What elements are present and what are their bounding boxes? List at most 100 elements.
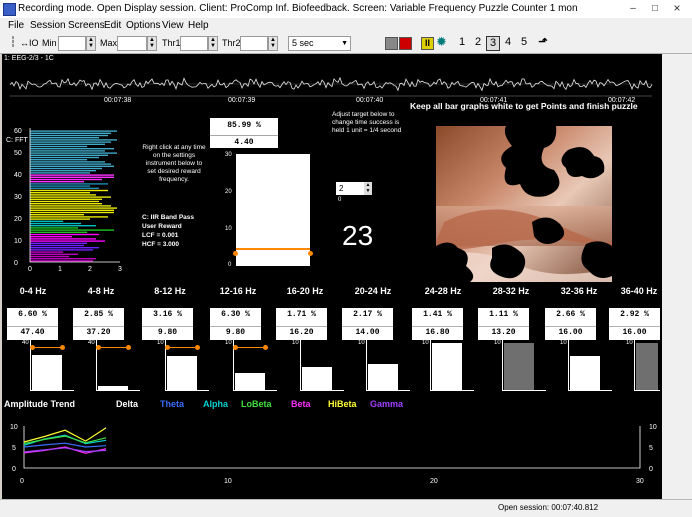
legend-lobeta: LoBeta [241, 399, 272, 409]
min-spinner[interactable]: ▲ ▼ [86, 36, 96, 51]
gauge-threshold-line[interactable] [32, 347, 62, 348]
thr2-input[interactable] [240, 36, 268, 51]
min-input[interactable] [58, 36, 86, 51]
minimize-button[interactable]: – [622, 1, 644, 16]
screen-2-button[interactable]: 2 [472, 35, 484, 50]
menu-help[interactable]: Help [188, 18, 209, 33]
target-input-value: 2 [339, 184, 344, 193]
maximize-button[interactable]: □ [644, 1, 666, 16]
reward-threshold-handle-left[interactable] [233, 251, 238, 256]
band-pct: 1.71 % [287, 310, 316, 319]
gauge-threshold-handle[interactable] [30, 345, 35, 350]
gauge-ymax: 10 [358, 340, 365, 346]
chart-icon[interactable]: ⬏ [537, 35, 549, 50]
target-spinner[interactable]: ▲ ▼ [364, 182, 372, 195]
gauge-threshold-handle[interactable] [233, 345, 238, 350]
fft-bar [30, 143, 105, 145]
fft-bar [30, 192, 90, 194]
toolbar: ┆ ↔IO Min ▲ ▼ Max ▲ ▼ Thr1 ▲ ▼ Thr2 ▲ ▼ 5 se… [0, 33, 692, 54]
puzzle-image [436, 126, 612, 282]
menu-screens[interactable]: Screens [68, 18, 105, 33]
reward-threshold-handle-right[interactable] [308, 251, 313, 256]
trend-xtick-0: 0 [20, 478, 24, 485]
fft-bar [30, 207, 117, 209]
band-gauge-20-24: 10 [358, 340, 412, 396]
band-label-4-8: 4-8 Hz [87, 286, 115, 296]
band-label-32-36: 32-36 Hz [560, 286, 598, 296]
fft-bar [30, 242, 87, 244]
gauge-threshold-line[interactable] [98, 347, 128, 348]
window-title: Recording mode. Open Display session. Cl… [18, 3, 578, 14]
target-input[interactable]: 2 ▲ ▼ [336, 182, 372, 195]
thr2-spinner[interactable]: ▲ ▼ [268, 36, 278, 51]
gauge-threshold-handle[interactable] [165, 345, 170, 350]
amplitude-trend-chart [23, 426, 641, 469]
record-icon[interactable] [385, 37, 398, 50]
legend-hibeta: HiBeta [328, 399, 357, 409]
zoom-label: ↔IO [20, 38, 39, 48]
gear-icon[interactable]: ✹ [436, 35, 447, 48]
thr1-input[interactable] [180, 36, 208, 51]
band-gauge-4-8: 40 [88, 340, 142, 396]
gauge-ymax: 10 [626, 340, 633, 346]
fft-bar [30, 253, 78, 255]
reward-hint-text: Right click at any time on the settings … [142, 144, 206, 183]
gauge-threshold-line[interactable] [167, 347, 197, 348]
band-value: 9.80 [142, 326, 193, 337]
max-input[interactable] [117, 36, 147, 51]
screen-5-button[interactable]: 5 [518, 35, 530, 50]
user-reward-label: User Reward [142, 223, 182, 230]
gauge-threshold-handle[interactable] [96, 345, 101, 350]
band-pct: 6.30 % [221, 310, 250, 319]
fft-bar [30, 211, 114, 214]
reward-threshold-line[interactable] [236, 248, 310, 251]
gauge-threshold-handle[interactable] [195, 345, 200, 350]
fft-xtick: 0 [28, 266, 32, 273]
close-button[interactable]: × [666, 1, 688, 16]
menu-file[interactable]: File [8, 18, 24, 33]
fft-bar [30, 139, 117, 141]
gauge-threshold-handle[interactable] [126, 345, 131, 350]
gauge-threshold-handle[interactable] [60, 345, 65, 350]
screen-4-button[interactable]: 4 [502, 35, 514, 50]
gauge-bar [504, 343, 534, 390]
menu-options[interactable]: Options [126, 18, 160, 33]
menu-view[interactable]: View [162, 18, 184, 33]
max-spinner[interactable]: ▲ ▼ [147, 36, 157, 51]
band-label-8-12: 8-12 Hz [154, 286, 186, 296]
band-readout-8-12: 3.16 % 9.80 [142, 308, 193, 340]
menu-edit[interactable]: Edit [104, 18, 121, 33]
screen-3-button[interactable]: 3 [486, 36, 500, 51]
thr1-spinner[interactable]: ▲ ▼ [208, 36, 218, 51]
gauge-bar [98, 386, 128, 390]
eeg-time-3: 00:07:40 [356, 97, 384, 104]
thr2-label: Thr2 [222, 38, 241, 48]
band-pct: 2.17 % [353, 310, 382, 319]
app-icon [3, 3, 16, 16]
band-value: 16.80 [412, 326, 463, 337]
legend-gamma: Gamma [370, 399, 404, 409]
pause-icon[interactable]: II [421, 37, 434, 50]
fft-bar [30, 130, 117, 132]
gauge-ymax: 10 [225, 340, 232, 346]
fft-bar [30, 200, 99, 203]
gauge-bar [368, 364, 398, 390]
fft-bar [30, 156, 99, 159]
eeg-time-1: 00:07:38 [104, 97, 132, 104]
time-select[interactable]: 5 sec ▼ [288, 36, 351, 51]
gauge-threshold-line[interactable] [235, 347, 265, 348]
fft-bar [30, 218, 90, 220]
target-zero: 0 [338, 197, 342, 203]
fft-bar [30, 189, 108, 192]
band-gauge-32-36: 10 [560, 340, 614, 396]
cursor-icon[interactable]: ┆ [10, 37, 16, 48]
gauge-threshold-handle[interactable] [263, 345, 268, 350]
menu-session[interactable]: Session [30, 18, 66, 33]
fft-bar [30, 148, 114, 150]
band-readout-4-8: 2.85 % 37.20 [73, 308, 124, 340]
stop-icon[interactable] [399, 37, 412, 50]
min-label: Min [42, 38, 57, 48]
band-readout-16-20: 1.71 % 16.20 [276, 308, 327, 340]
fft-bar [30, 145, 87, 148]
screen-1-button[interactable]: 1 [456, 35, 468, 50]
